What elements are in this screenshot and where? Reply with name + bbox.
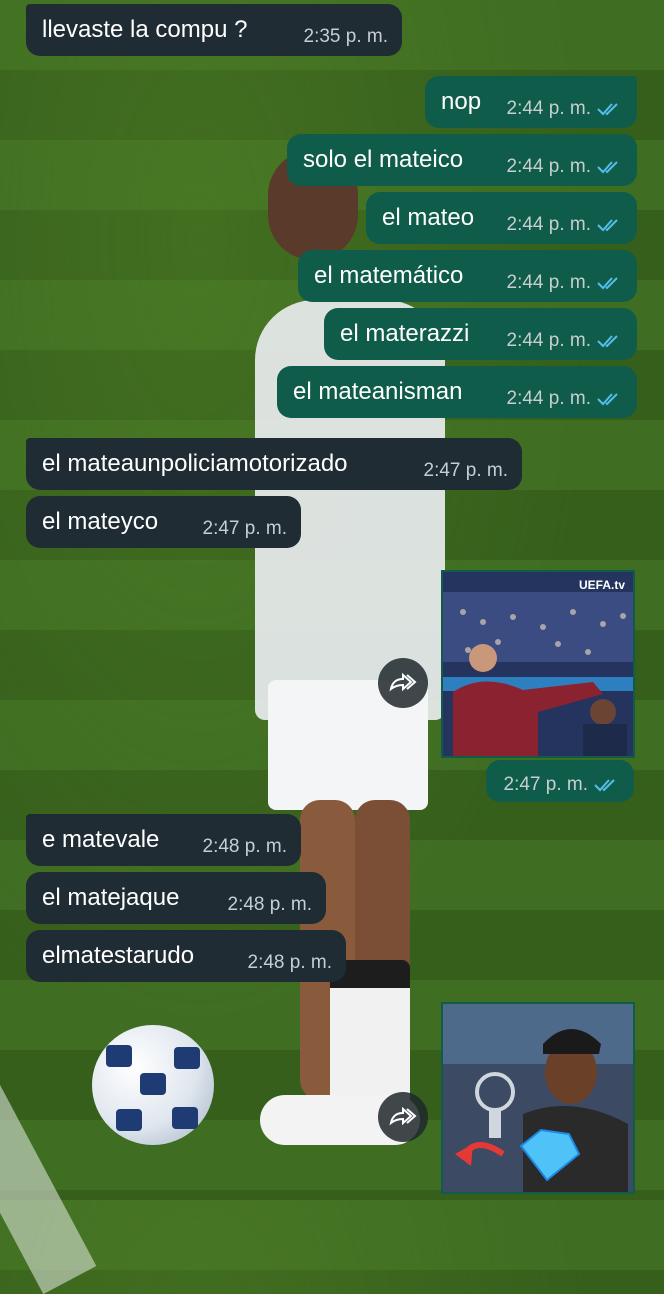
message-time: 2:47 p. m. [423,460,509,481]
double-check-icon [597,393,618,406]
message-time: 2:44 p. m. [506,388,592,409]
message-time: 2:44 p. m. [506,330,592,351]
message-text: el matejaque [42,884,180,911]
message-time: 2:44 p. m. [506,156,592,177]
forward-icon [389,1107,417,1126]
message-time: 2:35 p. m. [303,26,389,47]
meme-photo [443,1004,633,1192]
stadium-photo [443,572,633,756]
double-check-icon [597,277,618,290]
football [92,1025,214,1145]
media-thumbnail[interactable]: UEFA.tv [441,570,635,758]
double-check-icon [597,161,618,174]
double-check-icon [594,779,615,792]
message-text: el mateaunpoliciamotorizado [42,450,348,477]
message-text: llevaste la compu ? [42,16,248,43]
message-outgoing[interactable]: 2:47 p. m. [486,760,634,802]
message-outgoing[interactable]: el matemático 2:44 p. m. [298,250,637,302]
double-check-icon [597,335,618,348]
forward-button[interactable] [378,1092,428,1142]
watermark-label: UEFA.tv [578,578,625,592]
message-text: e matevale [42,826,160,853]
message-incoming[interactable]: el mateyco 2:47 p. m. [26,496,301,548]
message-text: elmatestarudo [42,942,195,969]
double-check-icon [597,219,618,232]
message-time: 2:47 p. m. [202,518,288,539]
message-time: 2:44 p. m. [506,272,592,293]
message-outgoing[interactable]: nop 2:44 p. m. [425,76,637,128]
message-text: el mateo [382,204,475,231]
message-text: el mateyco [42,508,159,535]
message-outgoing[interactable]: el mateo 2:44 p. m. [366,192,637,244]
forward-button[interactable] [378,658,428,708]
message-time: 2:44 p. m. [506,214,592,235]
message-time: 2:47 p. m. [503,774,589,795]
message-time: 2:48 p. m. [247,952,333,973]
message-text: nop [441,88,482,115]
message-time: 2:48 p. m. [227,894,313,915]
media-thumbnail[interactable] [441,1002,635,1194]
forward-icon [389,673,417,692]
message-incoming[interactable]: el mateaunpoliciamotorizado 2:47 p. m. [26,438,522,490]
message-text: solo el mateico [303,146,464,173]
message-incoming[interactable]: el matejaque 2:48 p. m. [26,872,326,924]
double-check-icon [597,103,618,116]
message-time: 2:48 p. m. [202,836,288,857]
message-incoming[interactable]: elmatestarudo 2:48 p. m. [26,930,346,982]
pitch-line [0,965,97,1294]
message-outgoing[interactable]: solo el mateico 2:44 p. m. [287,134,637,186]
message-time: 2:44 p. m. [506,98,592,119]
message-outgoing[interactable]: el mateanisman 2:44 p. m. [277,366,637,418]
message-text: el materazzi [340,320,470,347]
message-incoming[interactable]: llevaste la compu ? 2:35 p. m. [26,4,402,56]
message-text: el matemático [314,262,464,289]
message-text: el mateanisman [293,378,463,405]
message-incoming[interactable]: e matevale 2:48 p. m. [26,814,301,866]
message-outgoing[interactable]: el materazzi 2:44 p. m. [324,308,637,360]
